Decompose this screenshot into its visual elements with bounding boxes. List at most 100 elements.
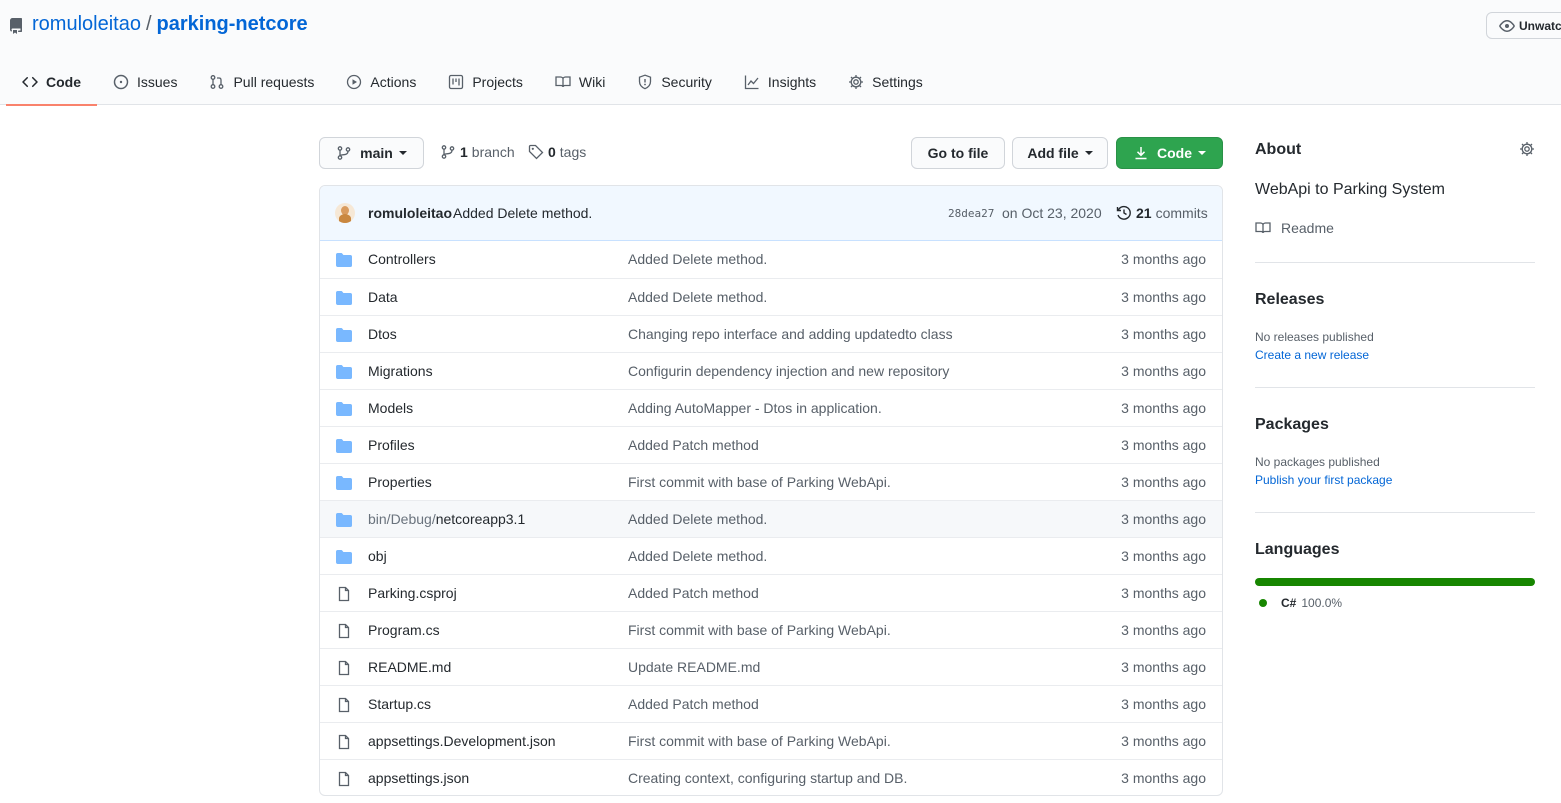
file-name-link[interactable]: Controllers	[368, 251, 436, 267]
divider	[1255, 262, 1535, 263]
gear-icon[interactable]	[1519, 141, 1535, 157]
file-icon	[336, 623, 352, 642]
folder-icon	[336, 549, 352, 568]
file-commit-message-link[interactable]: Added Delete method.	[628, 548, 767, 564]
file-commit-age: 3 months ago	[1121, 251, 1206, 267]
repo-name-link[interactable]: parking-netcore	[157, 13, 308, 36]
repo-owner-link[interactable]: romuloleitao	[32, 13, 141, 36]
tag-icon	[528, 144, 544, 160]
directory-row[interactable]: Controllers Added Delete method. 3 months …	[320, 241, 1222, 278]
file-name: README.md	[368, 659, 452, 675]
go-to-file-button[interactable]: Go to file	[911, 137, 1005, 169]
folder-icon	[336, 252, 352, 271]
file-name-link[interactable]: bin/Debug/netcoreapp3.1	[368, 511, 525, 527]
file-commit-age: 3 months ago	[1121, 511, 1206, 527]
file-row[interactable]: README.md Update README.md 3 months ago	[320, 648, 1222, 685]
file-commit-message-link[interactable]: Added Patch method	[628, 696, 759, 712]
language-item-csharp[interactable]: C# 100.0%	[1259, 596, 1342, 610]
file-commit-message-link[interactable]: First commit with base of Parking WebApi…	[628, 474, 891, 490]
tags-link[interactable]: 0 tags	[528, 144, 586, 160]
code-download-button[interactable]: Code	[1116, 137, 1223, 169]
tab-actions[interactable]: Actions	[330, 58, 432, 105]
file-name-link[interactable]: Migrations	[368, 363, 433, 379]
add-file-button[interactable]: Add file	[1012, 137, 1108, 169]
readme-link[interactable]: Readme	[1255, 220, 1334, 236]
file-name-link[interactable]: Profiles	[368, 437, 415, 453]
shield-icon	[639, 74, 652, 89]
file-name-link[interactable]: Startup.cs	[368, 696, 431, 712]
unwatch-button[interactable]: Unwatch	[1486, 12, 1561, 39]
divider	[1255, 387, 1535, 388]
tab-insights[interactable]: Insights	[728, 58, 832, 105]
branches-link[interactable]: 1 branch	[440, 144, 515, 160]
file-row[interactable]: appsettings.Development.json First commit…	[320, 722, 1222, 759]
branch-select-button[interactable]: main	[319, 137, 424, 169]
file-name-link[interactable]: README.md	[368, 659, 451, 675]
tab-pull-requests[interactable]: Pull requests	[193, 58, 330, 105]
directory-row[interactable]: obj Added Delete method. 3 months ago	[320, 537, 1222, 574]
file-commit-message-link[interactable]: Adding AutoMapper - Dtos in application.	[628, 400, 882, 416]
file-commit-message-link[interactable]: Added Delete method.	[628, 289, 767, 305]
directory-row[interactable]: bin/Debug/netcoreapp3.1 Added Delete meth…	[320, 500, 1222, 537]
commit-date: on Oct 23, 2020	[1002, 205, 1102, 221]
folder-icon	[336, 476, 352, 490]
commit-message-link[interactable]: Added Delete method.	[453, 205, 592, 221]
tab-projects[interactable]: Projects	[432, 58, 539, 105]
file-commit-message-link[interactable]: Added Delete method.	[628, 251, 767, 267]
file-row[interactable]: Startup.cs Added Patch method 3 months ago	[320, 685, 1222, 722]
create-release-link[interactable]: Create a new release	[1255, 348, 1369, 362]
file-name-link[interactable]: Models	[368, 400, 413, 416]
file-name-link[interactable]: appsettings.Development.json	[368, 733, 556, 749]
commit-sha-link[interactable]: 28dea27	[948, 207, 994, 220]
packages-heading[interactable]: Packages	[1255, 416, 1329, 434]
file-commit-message-link[interactable]: First commit with base of Parking WebApi…	[628, 622, 891, 638]
download-icon	[1135, 147, 1147, 160]
directory-row[interactable]: Properties First commit with base of Park…	[320, 463, 1222, 500]
file-name-link[interactable]: Parking.csproj	[368, 585, 457, 601]
file-row[interactable]: Parking.csproj Added Patch method 3 months…	[320, 574, 1222, 611]
git-branch-icon	[337, 146, 351, 160]
file-name-link[interactable]: appsettings.json	[368, 770, 469, 786]
file-name-link[interactable]: Program.cs	[368, 622, 440, 638]
directory-row[interactable]: Profiles Added Patch method 3 months ago	[320, 426, 1222, 463]
book-icon	[555, 75, 571, 87]
tab-label: Projects	[472, 73, 523, 90]
pull-request-icon	[211, 74, 224, 89]
folder-icon	[336, 291, 352, 305]
git-branch-icon	[441, 145, 455, 159]
commit-author-link[interactable]: romuloleitao	[368, 205, 452, 221]
file-name-link[interactable]: Properties	[368, 474, 432, 490]
file-commit-message-link[interactable]: Added Patch method	[628, 437, 759, 453]
tab-settings[interactable]: Settings	[832, 58, 939, 105]
avatar[interactable]	[335, 203, 355, 223]
file-commit-message-link[interactable]: Changing repo interface and adding updat…	[628, 326, 953, 342]
file-row[interactable]: Program.cs First commit with base of Park…	[320, 611, 1222, 648]
releases-heading[interactable]: Releases	[1255, 291, 1324, 309]
branch-name: main	[360, 145, 393, 161]
tab-wiki[interactable]: Wiki	[539, 58, 621, 105]
file-commit-message-link[interactable]: Configurin dependency injection and new …	[628, 363, 949, 379]
directory-row[interactable]: Dtos Changing repo interface and adding u…	[320, 315, 1222, 352]
tab-code[interactable]: Code	[6, 58, 97, 106]
file-commit-message-link[interactable]: Added Delete method.	[628, 511, 767, 527]
file-icon	[338, 734, 350, 750]
file-name-link[interactable]: Data	[368, 289, 398, 305]
directory-row[interactable]: Models Adding AutoMapper - Dtos in applic…	[320, 389, 1222, 426]
tag-word: tags	[559, 144, 587, 160]
divider	[1255, 512, 1535, 513]
file-commit-message-link[interactable]: First commit with base of Parking WebApi…	[628, 733, 891, 749]
file-commit-message-link[interactable]: Update README.md	[628, 659, 760, 675]
file-commit-message-link[interactable]: Creating context, configuring startup an…	[628, 770, 907, 786]
directory-row[interactable]: Migrations Configurin dependency injectio…	[320, 352, 1222, 389]
tab-security[interactable]: Security	[621, 58, 728, 105]
file-name-link[interactable]: Dtos	[368, 326, 397, 342]
file-name-link[interactable]: obj	[368, 548, 387, 564]
tab-issues[interactable]: Issues	[97, 58, 193, 105]
publish-package-link[interactable]: Publish your first package	[1255, 473, 1392, 487]
file-commit-message-link[interactable]: Added Patch method	[628, 585, 759, 601]
commits-history-link[interactable]: 21 commits	[1116, 205, 1208, 221]
file-row[interactable]: appsettings.json Creating context, config…	[320, 759, 1222, 795]
directory-row[interactable]: Data Added Delete method. 3 months ago	[320, 278, 1222, 315]
graph-icon	[744, 75, 759, 89]
file-commit-age: 3 months ago	[1121, 400, 1206, 416]
